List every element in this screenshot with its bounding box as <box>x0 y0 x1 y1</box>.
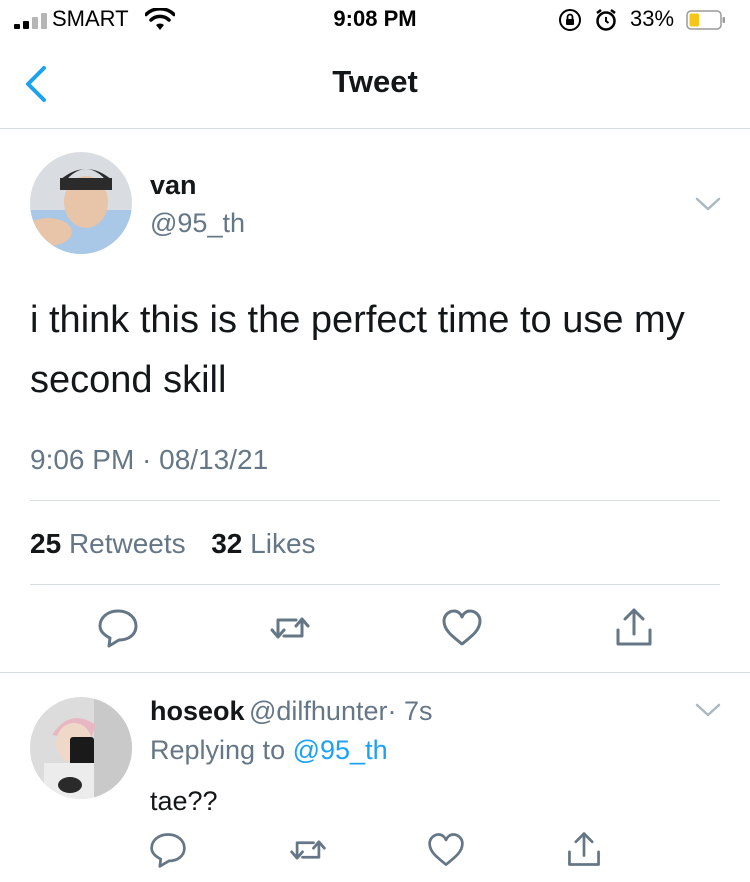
reply-header: hoseok @dilfhunter· 7s <box>150 696 432 727</box>
reply-text: tae?? <box>150 786 218 816</box>
likes-stat[interactable]: 32 Likes <box>211 528 315 559</box>
tweet-timestamp: 9:06 PM · 08/13/21 <box>30 444 269 475</box>
page-title: Tweet <box>332 64 418 99</box>
reply-divider <box>0 672 750 673</box>
tweet-stats: 25 Retweets 32 Likes <box>30 528 316 560</box>
replying-to: Replying to @95_th <box>150 735 388 766</box>
nav-divider <box>0 128 750 129</box>
retweets-label: Retweets <box>68 528 186 559</box>
battery-icon <box>686 10 725 30</box>
battery-percent: 33% <box>630 6 675 31</box>
likes-label: Likes <box>250 528 316 559</box>
reply-avatar[interactable] <box>30 697 132 799</box>
replying-to-handle-link[interactable]: @95_th <box>293 735 388 765</box>
stats-divider-top <box>30 500 720 501</box>
reply-age: · 7s <box>387 696 433 726</box>
reply-share-icon[interactable] <box>564 830 604 870</box>
rotation-lock-icon <box>559 9 581 31</box>
battery-fill <box>689 13 700 27</box>
reply-reply-icon[interactable] <box>148 830 188 870</box>
replying-to-label: Replying to <box>150 735 286 765</box>
avatar-image <box>30 152 132 254</box>
share-icon[interactable] <box>612 606 656 650</box>
tweet-text: i think this is the perfect time to use … <box>30 299 685 401</box>
reply-avatar-image <box>30 697 132 799</box>
author-handle[interactable]: @95_th <box>150 208 245 239</box>
reply-chevron-down-icon[interactable] <box>694 700 722 720</box>
avatar[interactable] <box>30 152 132 254</box>
likes-count: 32 <box>211 528 243 559</box>
alarm-icon <box>596 9 616 31</box>
chevron-down-icon[interactable] <box>694 194 722 214</box>
retweets-count: 25 <box>30 528 62 559</box>
retweet-icon[interactable] <box>268 606 312 650</box>
author-name[interactable]: van <box>150 170 197 201</box>
status-bar: SMART 9:08 PM 33% <box>0 0 750 40</box>
reply-author-handle[interactable]: @dilfhunter <box>249 696 387 726</box>
reply-author-name[interactable]: hoseok <box>150 696 245 726</box>
stats-divider-bottom <box>30 584 720 585</box>
reply-like-icon[interactable] <box>426 830 466 870</box>
like-icon[interactable] <box>440 606 484 650</box>
retweets-stat[interactable]: 25 Retweets <box>30 528 193 559</box>
reply-icon[interactable] <box>96 606 140 650</box>
reply-retweet-icon[interactable] <box>288 830 328 870</box>
